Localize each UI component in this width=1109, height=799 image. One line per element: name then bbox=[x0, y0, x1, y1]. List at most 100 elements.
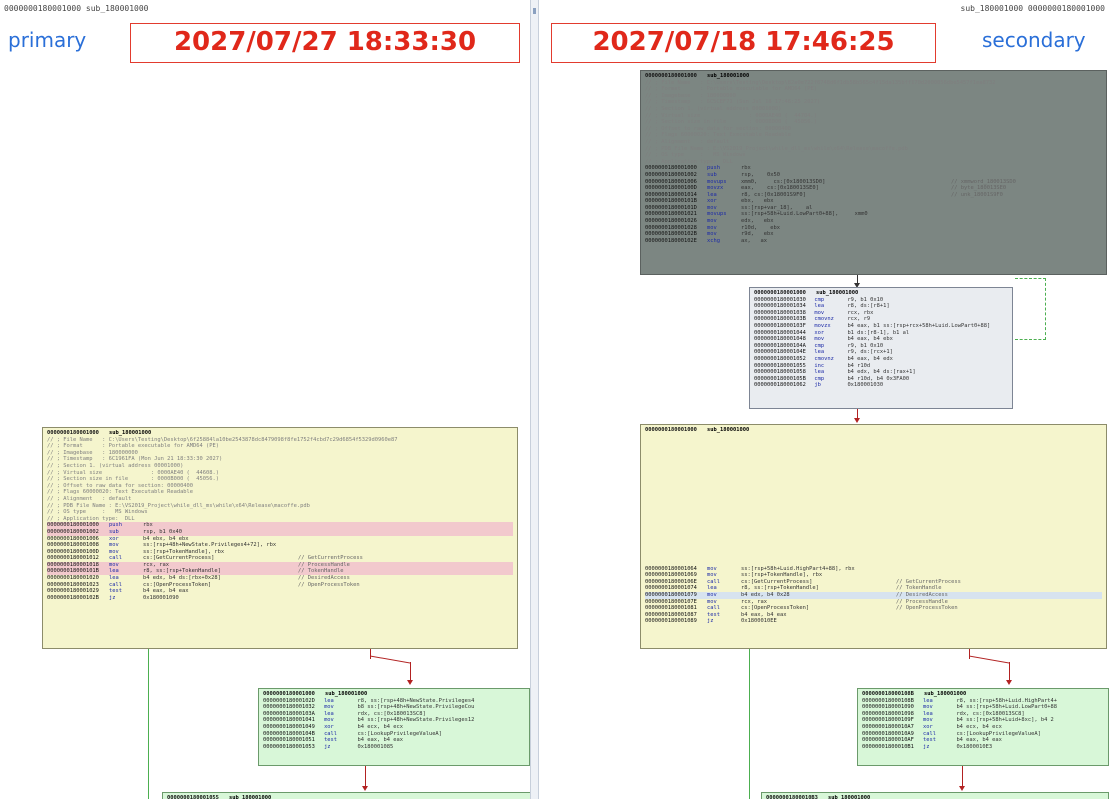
asm-line[interactable]: 0000000180001081 call cs:[OpenProcessToken… bbox=[645, 605, 1102, 612]
asm-line[interactable]: 0000000180001008 mov ss:[rsp+48h+NewState.… bbox=[47, 542, 513, 549]
asm-address: 000000018000107E bbox=[645, 598, 697, 605]
asm-address: 000000018000105B bbox=[754, 375, 806, 382]
asm-line[interactable]: 000000018000106E call cs:[GetCurrentProces… bbox=[645, 579, 1102, 586]
secondary-pane[interactable]: sub_180001000 0000000180001000 2027/07/1… bbox=[539, 0, 1109, 799]
asm-line[interactable]: 000000018000102D lea r8, ss:[rsp+48h+NewSt… bbox=[263, 698, 525, 705]
asm-line[interactable]: 0000000180001026 mov edx, ebx bbox=[645, 218, 1102, 225]
asm-line[interactable]: 0000000180001098 lea rdx, cs:[0x180013SC8] bbox=[862, 711, 1104, 718]
asm-line[interactable]: 00000001800010A7 xor b4 ecx, b4 ecx bbox=[862, 724, 1104, 731]
asm-line[interactable]: 000000018000104A cmp r9, b1 0x10 bbox=[754, 343, 1008, 350]
asm-line[interactable]: 0000000180001090 mov b4 ss:[rsp+58h+Luid.L… bbox=[862, 704, 1104, 711]
asm-line[interactable]: 00000001800010AF test b4 eax, b4 eax bbox=[862, 737, 1104, 744]
asm-line[interactable]: 000000018000105B cmp b4 r10d, b4 0x3FA00 bbox=[754, 376, 1008, 383]
asm-line[interactable]: 000000018000100D movzx eax, cs:[0x180013SE… bbox=[645, 185, 1102, 192]
asm-line[interactable]: 000000018000101B xor ebx, ebx bbox=[645, 198, 1102, 205]
asm-line[interactable]: 0000000180001087 test b4 eax, b4 eax bbox=[645, 612, 1102, 619]
asm-line[interactable]: 0000000180001052 cmovnz b4 eax, b4 edx bbox=[754, 356, 1008, 363]
asm-operands: rsp, b1 0x40 bbox=[143, 528, 182, 535]
asm-line[interactable]: 0000000180001041 mov b4 ss:[rsp+48h+NewSta… bbox=[263, 717, 525, 724]
primary-next-block[interactable]: 0000000180001055 sub_180001000 bbox=[162, 792, 530, 799]
asm-line[interactable]: 00000001800010B1 jz 0x1800010E3 bbox=[862, 744, 1104, 751]
asm-line[interactable]: 0000000180001028 mov r10d, ebx bbox=[645, 225, 1102, 232]
primary-privilege-block[interactable]: 0000000180001000 sub_180001000 00000001800… bbox=[258, 688, 530, 766]
asm-line[interactable]: 0000000180001006 xor b4 ebx, b4 ebx bbox=[47, 536, 513, 543]
asm-comment: // byte_180013SE0 bbox=[951, 185, 1007, 192]
asm-line[interactable]: 0000000180001053 jz 0x180001085 bbox=[263, 744, 525, 751]
asm-operands: r9, ds:[rcx+1] bbox=[847, 349, 893, 356]
asm-line[interactable]: 000000018000108B lea r8, ss:[rsp+58h+Luid.… bbox=[862, 698, 1104, 705]
asm-line[interactable]: 0000000180001030 cmp r9, b1 0x10 bbox=[754, 297, 1008, 304]
asm-line[interactable]: 0000000180001062 jb 0x180001030 bbox=[754, 382, 1008, 389]
asm-line[interactable]: 000000018000103B cmovnz rcx, r9 bbox=[754, 316, 1008, 323]
asm-line[interactable]: 0000000180001055 inc b4 r10d bbox=[754, 363, 1008, 370]
asm-line[interactable]: 000000018000100D mov ss:[rsp+TokenHandle],… bbox=[47, 549, 513, 556]
asm-line[interactable]: 0000000180001002 sub rsp, 0x50 bbox=[645, 172, 1102, 179]
asm-line[interactable]: 0000000180001000 push rbx bbox=[645, 165, 1102, 172]
asm-line[interactable]: 0000000180001021 movups ss:[rsp+58h+Luid.L… bbox=[645, 211, 1102, 218]
asm-line[interactable]: 000000018000102B mov r9d, ebx bbox=[645, 231, 1102, 238]
asm-line[interactable]: 0000000180001038 mov rcx, rbx bbox=[754, 310, 1008, 317]
asm-operands: b4 eax, b4 eax bbox=[143, 588, 189, 595]
asm-line[interactable]: 0000000180001069 mov ss:[rsp+TokenHandle],… bbox=[645, 572, 1102, 579]
asm-line[interactable]: 0000000180001006 movups xmm0, cs:[0x180013… bbox=[645, 179, 1102, 186]
asm-address: 0000000180001044 bbox=[754, 329, 806, 336]
asm-line[interactable]: 0000000180001044 xor b1 ds:[r8-1], b1 al bbox=[754, 330, 1008, 337]
primary-label: primary bbox=[8, 28, 87, 52]
asm-line[interactable]: 000000018000102B jz 0x180001090 bbox=[47, 595, 513, 602]
secondary-next-block[interactable]: 00000001800010B3 sub_180001000 bbox=[761, 792, 1109, 799]
asm-line[interactable]: 0000000180001020 lea b4 edx, b4 ds:[rbx+0x… bbox=[47, 575, 513, 582]
asm-line[interactable]: 0000000180001064 mov ss:[rsp+58h+Luid.High… bbox=[645, 566, 1102, 573]
secondary-privilege-block[interactable]: 000000018000108B sub_180001000 00000001800… bbox=[857, 688, 1109, 766]
asm-line[interactable]: 000000018000101B lea r8, ss:[rsp+TokenHand… bbox=[47, 568, 513, 576]
asm-line[interactable]: 000000018000102E xchg ax, ax bbox=[645, 238, 1102, 245]
asm-line[interactable]: 0000000180001074 lea r8, ss:[rsp+TokenHand… bbox=[645, 585, 1102, 592]
asm-line[interactable]: 0000000180001012 call cs:[GetCurrentProces… bbox=[47, 555, 513, 562]
asm-mnemonic: xor bbox=[922, 723, 933, 730]
pane-splitter[interactable] bbox=[530, 0, 539, 799]
secondary-token-block[interactable]: 0000000180001000 sub_180001000 00000001800… bbox=[640, 424, 1107, 649]
asm-line[interactable]: 000000018000101D mov ss:[rsp+var_18], al bbox=[645, 205, 1102, 212]
primary-entry-block[interactable]: 0000000180001000 sub_180001000// ; File N… bbox=[42, 427, 518, 649]
asm-line[interactable]: 0000000180001000 push rbx bbox=[47, 522, 513, 529]
asm-line[interactable]: 0000000180001002 sub rsp, b1 0x40 bbox=[47, 528, 513, 536]
asm-line[interactable]: 0000000180001034 lea r8, ds:[r8+1] bbox=[754, 303, 1008, 310]
asm-line[interactable]: 0000000180001051 test b4 eax, b4 eax bbox=[263, 737, 525, 744]
header-comment-line: // ; Alignment : default bbox=[645, 138, 730, 145]
secondary-entry-block[interactable]: 0000000180001000 sub_180001000// ; File N… bbox=[640, 70, 1107, 275]
asm-line[interactable]: 000000018000103F movzx b4 eax, b1 ss:[rsp+… bbox=[754, 323, 1008, 330]
asm-line[interactable]: 0000000180001018 mov rcx, rax // ProcessHan… bbox=[47, 561, 513, 569]
asm-address: 00000001800010B1 bbox=[862, 743, 914, 750]
asm-line[interactable]: 0000000180001079 mov b4 edx, b4 0x28 // Des… bbox=[645, 591, 1102, 599]
asm-comment: // ProcessHandle bbox=[896, 598, 948, 605]
asm-address: 000000018000100D bbox=[47, 548, 99, 555]
asm-mnemonic: call bbox=[922, 730, 936, 737]
asm-address: 00000001800010A9 bbox=[862, 730, 914, 737]
asm-line[interactable]: 000000018000104B call cs:[LookupPrivilegeV… bbox=[263, 731, 525, 738]
asm-line[interactable]: 0000000180001023 call cs:[OpenProcessToken… bbox=[47, 582, 513, 589]
asm-mnemonic: lea bbox=[707, 585, 717, 592]
asm-address: 0000000180001053 bbox=[263, 743, 315, 750]
splitter-grip-icon bbox=[533, 8, 536, 14]
asm-line[interactable]: 000000018000109F mov b4 ss:[rsp+58h+Luid+8… bbox=[862, 717, 1104, 724]
primary-pane[interactable]: 0000000180001000 sub_180001000 primary 2… bbox=[0, 0, 531, 799]
asm-line[interactable]: 00000001800010A9 call cs:[LookupPrivilegeV… bbox=[862, 731, 1104, 738]
header-comment-line: // ; Timestamp : 6C5CEF71 (Sun Jul 18 17… bbox=[645, 99, 821, 106]
asm-line[interactable]: 0000000180001032 mov b8 ss:[rsp+48h+NewSta… bbox=[263, 704, 525, 711]
secondary-decrypt-loop-block[interactable]: 0000000180001000 sub_180001000 00000001800… bbox=[749, 287, 1013, 409]
block-title-name: sub_180001000 bbox=[229, 795, 272, 799]
asm-line[interactable]: 000000018000107E mov rcx, rax // ProcessHan… bbox=[645, 599, 1102, 606]
asm-line[interactable]: 0000000180001048 mov b4 eax, b4 ebx bbox=[754, 336, 1008, 343]
asm-line[interactable]: 0000000180001014 lea r8, cs:[0x18001S9F0] /… bbox=[645, 192, 1102, 199]
asm-address: 0000000180001000 bbox=[645, 165, 697, 172]
asm-line[interactable]: 000000018000103A lea rdx, cs:[0x180013SC8] bbox=[263, 711, 525, 718]
asm-address: 0000000180001008 bbox=[47, 542, 99, 549]
asm-line[interactable]: 0000000180001029 test b4 eax, b4 eax bbox=[47, 588, 513, 595]
asm-comment: // ProcessHandle bbox=[298, 561, 350, 568]
asm-address: 0000000180001074 bbox=[645, 585, 697, 592]
asm-line[interactable]: 0000000180001058 lea b4 edx, b4 ds:[rax+1] bbox=[754, 369, 1008, 376]
asm-line[interactable]: 0000000180001049 xor b4 ecx, b4 ecx bbox=[263, 724, 525, 731]
asm-line[interactable]: 0000000180001089 jz 0x1800010EE bbox=[645, 618, 1102, 625]
asm-line[interactable]: 000000018000104E lea r9, ds:[rcx+1] bbox=[754, 349, 1008, 356]
asm-mnemonic: xchg bbox=[707, 237, 720, 244]
asm-operands: r10d, ebx bbox=[741, 224, 780, 231]
